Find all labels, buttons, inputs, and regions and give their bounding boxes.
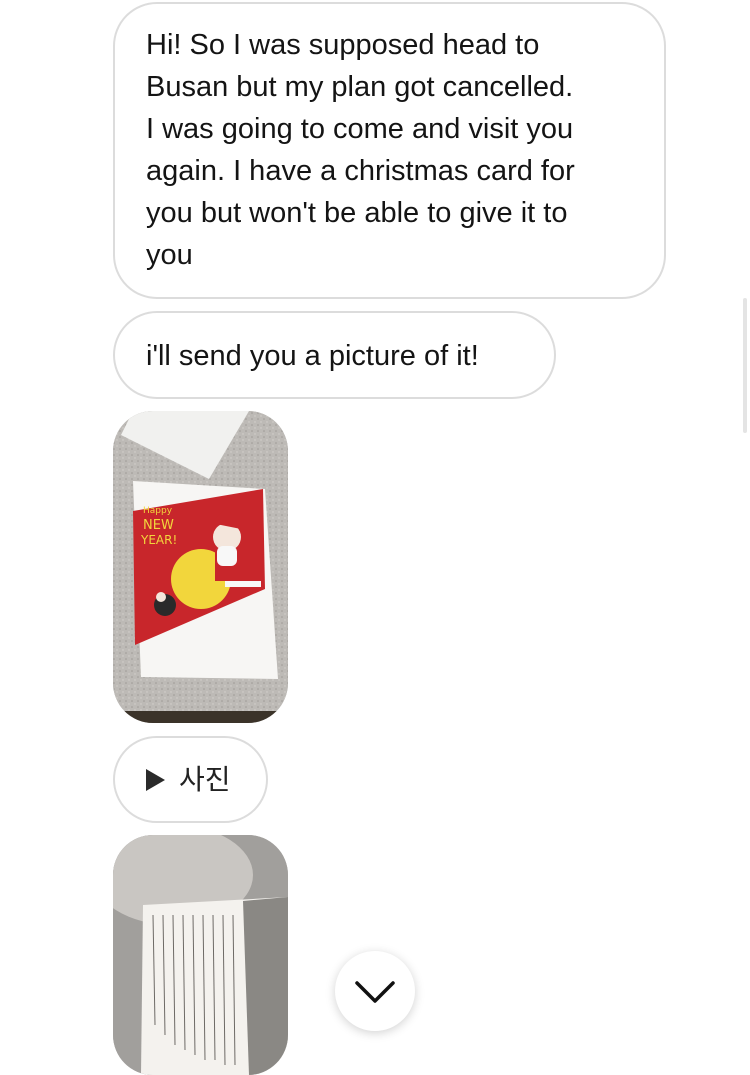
message-line: Busan but my plan got cancelled. — [146, 71, 574, 103]
message-line: you — [146, 239, 193, 271]
message-bubble-plan-cancelled: Hi! So I was supposed head to Busan but … — [113, 2, 666, 299]
scroll-to-bottom-button[interactable] — [335, 951, 415, 1031]
message-line: again. I have a christmas card for — [146, 155, 575, 187]
card-text-happy: Happy — [143, 506, 173, 516]
message-text: i'll send you a picture of it! — [146, 340, 479, 372]
photo-attachment-button[interactable]: 사진 — [113, 736, 268, 823]
message-line: you but won't be able to give it to — [146, 197, 568, 229]
handwritten-letter-photo[interactable] — [113, 835, 288, 1075]
attachment-label: 사진 — [179, 763, 231, 796]
card-text-new: NEW — [143, 518, 174, 533]
chevron-down-icon — [355, 981, 395, 1003]
play-icon — [146, 769, 165, 791]
card-text-year: YEAR! — [140, 533, 177, 547]
christmas-card-photo[interactable]: Happy NEW YEAR! — [113, 411, 288, 723]
message-bubble-send-picture: i'll send you a picture of it! — [113, 311, 556, 399]
message-line: Hi! So I was supposed head to — [146, 29, 540, 61]
scrollbar[interactable] — [743, 298, 747, 433]
message-line: I was going to come and visit you — [146, 113, 574, 145]
